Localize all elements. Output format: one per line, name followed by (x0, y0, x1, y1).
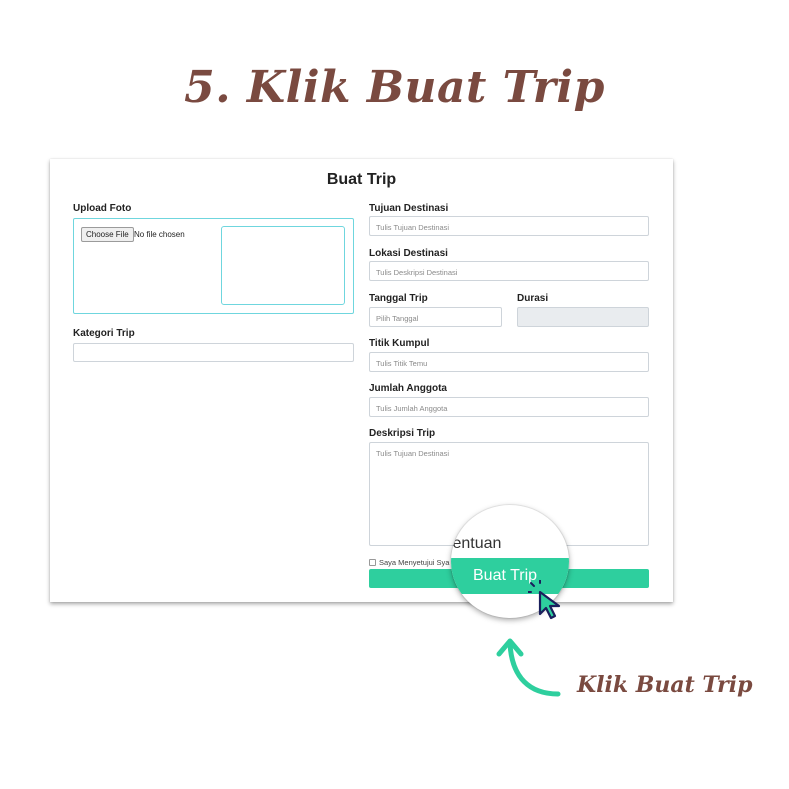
upload-box: Choose File No file chosen (73, 218, 354, 314)
file-status: No file chosen (134, 230, 185, 239)
choose-file-button[interactable]: Choose File (81, 227, 134, 242)
agree-label: Saya Menyetujui Sya (379, 558, 450, 567)
curved-arrow-icon (496, 638, 561, 697)
jumlah-input[interactable]: Tulis Jumlah Anggota (369, 397, 649, 417)
jumlah-label: Jumlah Anggota (369, 383, 447, 394)
upload-label: Upload Foto (73, 203, 132, 214)
titik-input[interactable]: Tulis Titik Temu (369, 352, 649, 372)
create-trip-form: Buat Trip Upload Foto Choose File No fil… (50, 159, 673, 602)
form-title: Buat Trip (326, 171, 397, 188)
durasi-label: Durasi (517, 293, 549, 304)
annotation-text: Klik Buat Trip (577, 672, 753, 698)
deskripsi-label: Deskripsi Trip (369, 428, 436, 439)
kategori-select[interactable] (73, 343, 354, 362)
kategori-label: Kategori Trip (73, 328, 135, 339)
agree-checkbox[interactable] (369, 559, 376, 566)
click-cursor-icon (528, 580, 561, 620)
tujuan-label: Tujuan Destinasi (369, 203, 449, 214)
tanggal-input[interactable]: Pilih Tanggal (369, 307, 502, 327)
lokasi-input[interactable]: Tulis Deskripsi Destinasi (369, 261, 649, 281)
durasi-input (517, 307, 649, 327)
zoom-terms-text: tentuan (451, 535, 502, 552)
lokasi-label: Lokasi Destinasi (369, 248, 448, 259)
tujuan-input[interactable]: Tulis Tujuan Destinasi (369, 216, 649, 236)
image-preview (221, 226, 345, 305)
step-title: 5. Klik Buat Trip (184, 62, 605, 113)
tanggal-label: Tanggal Trip (369, 293, 428, 304)
titik-label: Titik Kumpul (369, 338, 430, 349)
